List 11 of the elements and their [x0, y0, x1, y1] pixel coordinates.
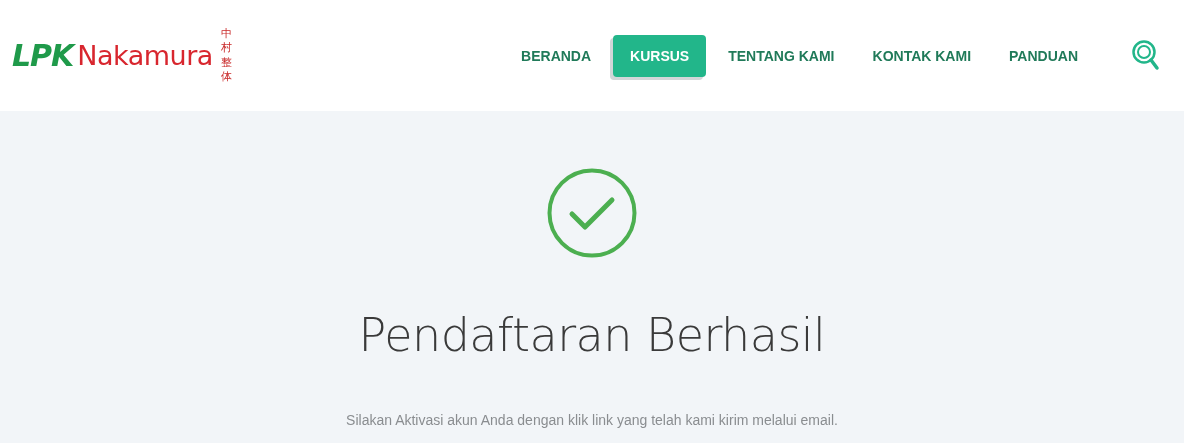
page-title: Pendaftaran Berhasil [358, 308, 826, 362]
nav-link[interactable]: PANDUAN [993, 34, 1094, 77]
activation-message: Silakan Aktivasi akun Anda dengan klik link yang telah kami kirim melalui email. [346, 412, 838, 428]
logo-prefix: LPK [12, 38, 74, 73]
check-circle-icon [547, 168, 637, 258]
nav-link[interactable]: BERANDA [505, 34, 608, 77]
nav-link[interactable]: KONTAK KAMI [856, 34, 988, 77]
logo-vertical-text: 中村整体 [220, 26, 232, 85]
nav-link[interactable]: TENTANG KAMI [712, 34, 851, 77]
search-icon[interactable] [1132, 39, 1160, 72]
logo-name: Nakamura [77, 40, 213, 71]
